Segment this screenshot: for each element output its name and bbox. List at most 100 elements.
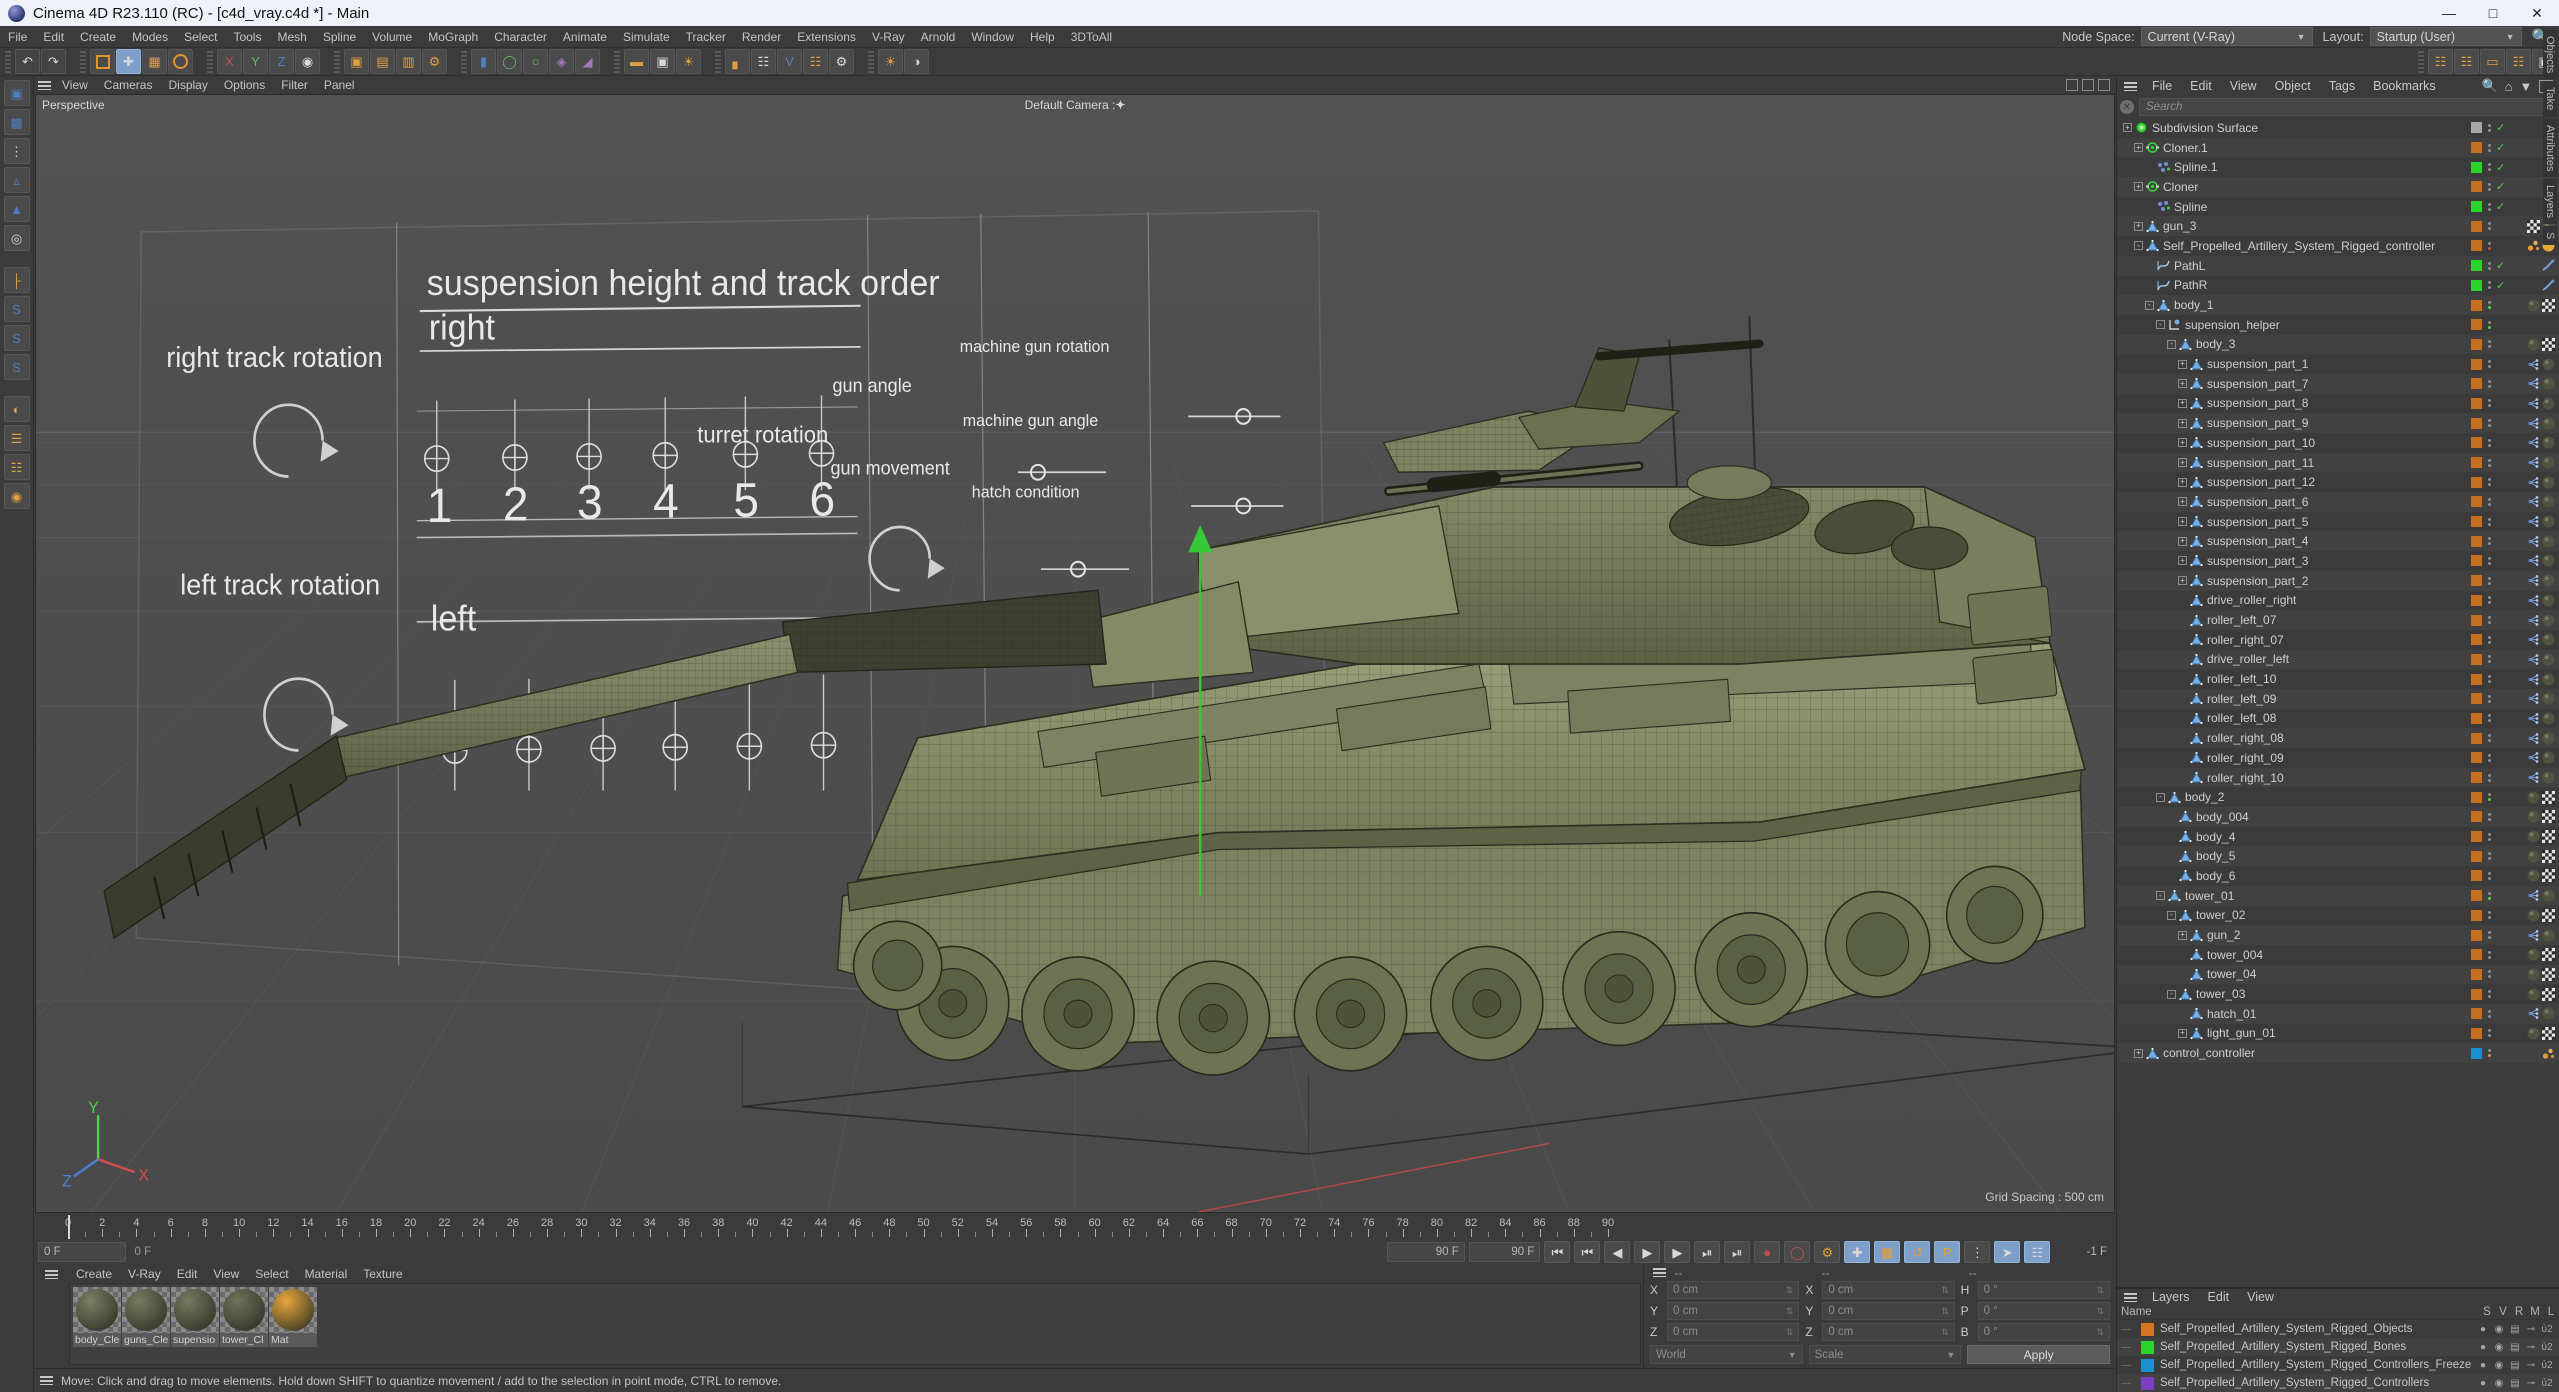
object-tree-row[interactable]: - tower_01	[2117, 885, 2559, 906]
mat-tag-icon[interactable]	[2542, 495, 2555, 508]
visibility-dots[interactable]	[2487, 576, 2491, 585]
mat-tag-icon[interactable]	[2527, 909, 2540, 922]
point-tag-icon[interactable]	[2527, 515, 2540, 528]
layer-toggle-l[interactable]: ὑ2	[2539, 1324, 2555, 1335]
move-tool-button[interactable]: ✚	[116, 49, 141, 74]
expand-icon[interactable]: +	[2178, 556, 2187, 566]
layer-color-chip[interactable]	[2471, 516, 2482, 528]
key-pla-button[interactable]: ⋮	[1964, 1241, 1991, 1263]
layer-row[interactable]: — Self_Propelled_Artillery_System_Rigged_…	[2117, 1320, 2559, 1338]
layer-color-chip[interactable]	[2471, 870, 2482, 882]
viewport-menu-view[interactable]: View	[54, 78, 96, 92]
coordinate-menu-hamburger[interactable]	[1644, 1268, 1674, 1277]
collapse-icon[interactable]: -	[2167, 910, 2176, 920]
visibility-dots[interactable]	[2487, 596, 2491, 605]
enable-axis-button[interactable]: ◎	[3, 225, 30, 251]
object-menu-tags[interactable]: Tags	[2320, 79, 2364, 93]
mat-tag-icon[interactable]	[2527, 1027, 2540, 1040]
object-tree-row[interactable]: Spline.1 ✓	[2117, 157, 2559, 177]
autokey-button[interactable]: ◯	[1784, 1241, 1811, 1263]
vray-settings-button[interactable]: ⚙	[829, 49, 854, 74]
mat-tag-icon[interactable]	[2542, 436, 2555, 449]
key-scale-button[interactable]: ▦	[1874, 1241, 1901, 1263]
object-tree-row[interactable]: + suspension_part_11	[2117, 452, 2559, 473]
node-space-select[interactable]: Current (V-Ray) ▼	[2140, 27, 2313, 46]
visibility-dots[interactable]	[2487, 556, 2491, 565]
enable-checkmark-icon[interactable]: ✓	[2496, 180, 2508, 193]
layer-toggle-l[interactable]: ὑ2	[2539, 1360, 2555, 1371]
layer-color-chip[interactable]	[2471, 614, 2482, 626]
visibility-dots[interactable]	[2487, 616, 2491, 625]
layer-toggle-m[interactable]: ⊸	[2523, 1360, 2539, 1371]
object-tree-row[interactable]: roller_left_07	[2117, 610, 2559, 630]
toolbar-grip[interactable]	[461, 50, 467, 73]
mat-tag-icon[interactable]	[2542, 397, 2555, 410]
object-search-input[interactable]: Search	[2139, 98, 2554, 116]
object-tree-row[interactable]: roller_right_10	[2117, 767, 2559, 788]
spinner-icon[interactable]: ⇅	[2096, 1327, 2104, 1338]
rotate-tool-button[interactable]	[168, 49, 193, 74]
layer-toggle-v[interactable]: ◉	[2491, 1360, 2507, 1371]
coord-field-position-Z[interactable]: 0 cm ⇅	[1667, 1323, 1800, 1341]
layer-toggle-s[interactable]: ●	[2475, 1342, 2491, 1353]
menu-item-help[interactable]: Help	[1022, 26, 1063, 48]
preview-end-field[interactable]: -1 F	[2054, 1242, 2113, 1262]
object-tree-row[interactable]: + suspension_part_8	[2117, 394, 2559, 414]
side-tab-objects[interactable]: Objects	[2543, 30, 2557, 80]
material-item[interactable]: Mat	[269, 1287, 317, 1347]
previous-key-button[interactable]: ⏮	[1574, 1241, 1601, 1263]
layer-color-chip[interactable]	[2471, 240, 2482, 252]
mat-tag-icon[interactable]	[2542, 771, 2555, 784]
live-selection-button[interactable]	[90, 49, 115, 74]
material-menu-v-ray[interactable]: V-Ray	[120, 1267, 169, 1281]
menu-item-mesh[interactable]: Mesh	[269, 26, 314, 48]
object-tree-row[interactable]: + control_controller	[2117, 1043, 2559, 1063]
layer-color-chip[interactable]	[2471, 161, 2482, 173]
light-button[interactable]: ☀	[676, 49, 701, 74]
arnold-ipr-button[interactable]: ◑	[904, 49, 929, 74]
visibility-dots[interactable]	[2487, 931, 2491, 940]
bend-deformer-button[interactable]: ◢	[575, 49, 600, 74]
hair-tools-button[interactable]: ☰	[3, 425, 30, 451]
expand-icon[interactable]: +	[2178, 359, 2187, 369]
expand-icon[interactable]: +	[2178, 398, 2187, 408]
spinner-icon[interactable]: ⇅	[1941, 1327, 1949, 1338]
viewport-fullscreen-icon[interactable]	[2098, 79, 2110, 91]
visibility-dots[interactable]	[2487, 497, 2491, 506]
visibility-dots[interactable]	[2487, 970, 2491, 979]
layer-color-chip[interactable]	[2471, 319, 2482, 331]
toolbar-grip[interactable]	[2418, 50, 2424, 73]
viewport-menu-panel[interactable]: Panel	[316, 78, 363, 92]
point-tag-icon[interactable]	[2527, 535, 2540, 548]
point-tag-icon[interactable]	[2527, 614, 2540, 627]
cube-primitive-button[interactable]: ▮	[471, 49, 496, 74]
side-tab-s[interactable]: S	[2543, 226, 2557, 246]
mat-tag-icon[interactable]	[2542, 456, 2555, 469]
layer-toggle-v[interactable]: ◉	[2491, 1378, 2507, 1389]
mat-tag-icon[interactable]	[2542, 417, 2555, 430]
layer-toggle-l[interactable]: ὑ2	[2539, 1342, 2555, 1353]
layer-toggle-l[interactable]: ὑ2	[2539, 1378, 2555, 1389]
object-tree-row[interactable]: Spline ✓	[2117, 197, 2559, 217]
coord-field-rotation-P[interactable]: 0 ° ⇅	[1977, 1302, 2110, 1320]
layer-color-chip[interactable]	[2471, 988, 2482, 1000]
layer-color-chip[interactable]	[2471, 457, 2482, 469]
object-tree-row[interactable]: body_6	[2117, 866, 2559, 886]
vray-frame-buffer-button[interactable]: ☷	[803, 49, 828, 74]
object-tree-row[interactable]: roller_right_07	[2117, 630, 2559, 650]
material-menu-material[interactable]: Material	[297, 1267, 356, 1281]
layer-toggle-v[interactable]: ◉	[2491, 1324, 2507, 1335]
layer-color-chip[interactable]	[2471, 299, 2482, 311]
spinner-icon[interactable]: ⇅	[1941, 1285, 1949, 1296]
object-tree-row[interactable]: + suspension_part_7	[2117, 373, 2559, 394]
object-tree-row[interactable]: + suspension_part_2	[2117, 570, 2559, 591]
points-mode-button[interactable]: ⋮	[3, 138, 30, 164]
model-mode-button[interactable]: ▣	[3, 80, 30, 106]
redo-button[interactable]: ↷	[41, 49, 66, 74]
visibility-dots[interactable]	[2487, 478, 2491, 487]
object-tree-row[interactable]: + suspension_part_6	[2117, 492, 2559, 512]
enable-checkmark-icon[interactable]: ✓	[2496, 259, 2508, 272]
coord-field-size-Y[interactable]: 0 cm ⇅	[1822, 1302, 1955, 1320]
point-tag-icon[interactable]	[2527, 476, 2540, 489]
collapse-icon[interactable]: -	[2156, 891, 2165, 901]
